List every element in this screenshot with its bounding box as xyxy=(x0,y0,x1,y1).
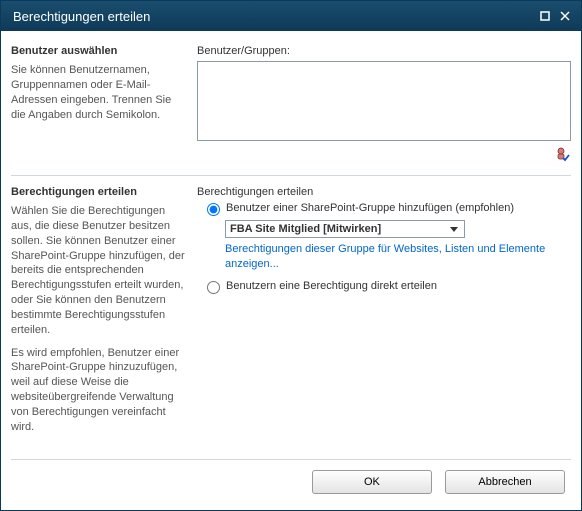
radio-add-to-group-input[interactable] xyxy=(207,203,220,216)
section-grant-permissions-form: Berechtigungen erteilen Benutzer einer S… xyxy=(197,186,571,449)
radio-label: Benutzer einer SharePoint-Gruppe hinzufü… xyxy=(226,202,514,214)
ok-button[interactable]: OK xyxy=(312,470,432,494)
section-heading: Benutzer auswählen xyxy=(11,45,185,57)
grant-permissions-label: Berechtigungen erteilen xyxy=(197,186,571,198)
section-description: Wählen Sie die Berechtigungen aus, die d… xyxy=(11,204,185,338)
section-description: Es wird empfohlen, Benutzer einer ShareP… xyxy=(11,346,185,435)
section-select-users-form: Benutzer/Gruppen: xyxy=(197,45,571,165)
button-bar: OK Abbrechen xyxy=(11,459,571,500)
section-grant-permissions-info: Berechtigungen erteilen Wählen Sie die B… xyxy=(11,186,197,449)
radio-add-to-group[interactable]: Benutzer einer SharePoint-Gruppe hinzufü… xyxy=(207,202,571,216)
titlebar: Berechtigungen erteilen xyxy=(1,1,581,31)
view-group-permissions-link[interactable]: Berechtigungen dieser Gruppe für Website… xyxy=(225,242,571,272)
cancel-button[interactable]: Abbrechen xyxy=(445,470,565,494)
group-select[interactable]: FBA Site Mitglied [Mitwirken] xyxy=(225,220,465,238)
radio-label: Benutzern eine Berechtigung direkt ertei… xyxy=(226,280,437,292)
radio-grant-directly-input[interactable] xyxy=(207,281,220,294)
content-area: Benutzer auswählen Sie können Benutzerna… xyxy=(1,31,581,510)
maximize-button[interactable] xyxy=(537,8,553,24)
users-groups-label: Benutzer/Gruppen: xyxy=(197,45,571,57)
maximize-icon xyxy=(540,11,550,21)
close-button[interactable] xyxy=(557,8,573,24)
section-description: Sie können Benutzernamen, Gruppennamen o… xyxy=(11,63,185,122)
check-names-icon[interactable] xyxy=(555,153,571,165)
users-groups-input[interactable] xyxy=(197,61,571,141)
section-select-users-info: Benutzer auswählen Sie können Benutzerna… xyxy=(11,45,197,165)
input-icon-row xyxy=(197,146,571,165)
group-select-value: FBA Site Mitglied [Mitwirken] xyxy=(230,223,381,235)
section-grant-permissions: Berechtigungen erteilen Wählen Sie die B… xyxy=(11,175,571,459)
section-select-users: Benutzer auswählen Sie können Benutzerna… xyxy=(11,41,571,175)
dialog-title: Berechtigungen erteilen xyxy=(13,9,533,24)
section-heading: Berechtigungen erteilen xyxy=(11,186,185,198)
radio-grant-directly[interactable]: Benutzern eine Berechtigung direkt ertei… xyxy=(207,280,571,294)
close-icon xyxy=(560,11,570,21)
dialog: Berechtigungen erteilen Benutzer auswähl… xyxy=(0,0,582,511)
